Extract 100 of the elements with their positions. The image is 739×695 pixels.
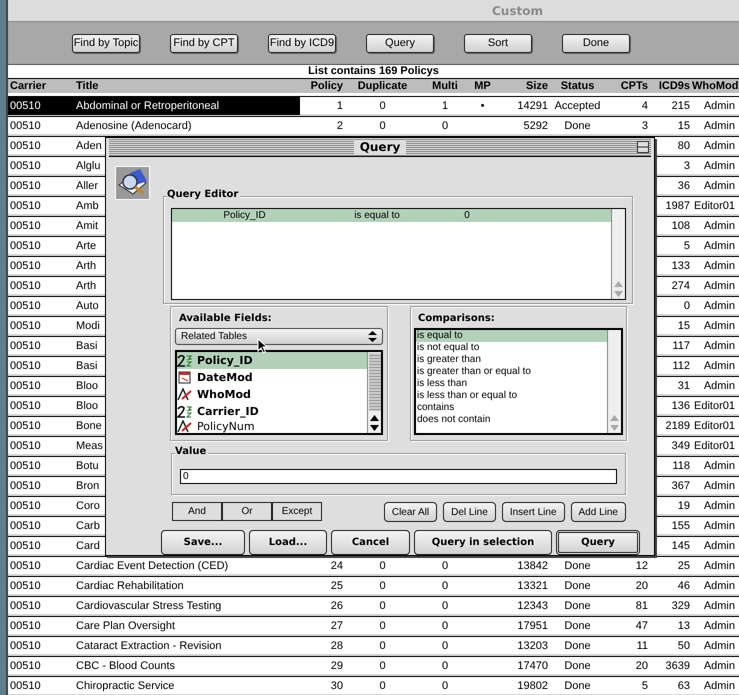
- table-cell: 13321: [517, 580, 548, 592]
- table-popup-menu[interactable]: Related Tables: [175, 328, 383, 345]
- line-button[interactable]: Del Line: [443, 502, 496, 522]
- table-cell: Coro: [76, 500, 100, 512]
- table-cell: Cardiovascular Stress Testing: [76, 600, 222, 612]
- table-row[interactable]: 00510 Cataract Extraction - Revision 28 0 0 13203 Done 11 50 Admin: [8, 636, 739, 656]
- dialog-button[interactable]: Save...: [161, 530, 245, 555]
- table-cell: Amb: [76, 200, 99, 212]
- scroll-down-icon[interactable]: [370, 425, 379, 431]
- collapse-box-icon[interactable]: [637, 141, 649, 153]
- comparison-item[interactable]: is less than or equal to: [416, 390, 607, 402]
- table-row[interactable]: 00510 CBC - Blood Counts 29 0 0 17470 Done 20 3639 Admin: [8, 656, 739, 676]
- table-cell: Admin: [704, 360, 735, 372]
- toolbar-button[interactable]: Query: [366, 34, 434, 52]
- table-cell: 4: [642, 100, 648, 112]
- table-row[interactable]: 00510 Cardiac Rehabilitation 25 0 0 13321 Done 20 46 Admin: [8, 576, 739, 596]
- table-cell: 2: [336, 120, 343, 132]
- table-cell: Admin: [704, 580, 735, 592]
- comparison-item[interactable]: does not contain: [416, 414, 607, 426]
- table-cell: Admin: [704, 640, 735, 652]
- column-header[interactable]: ICD9s: [650, 79, 692, 93]
- table-cell: Arth: [76, 280, 96, 292]
- column-header[interactable]: Carrier: [8, 79, 74, 93]
- column-header[interactable]: Size: [495, 79, 550, 93]
- line-button[interactable]: Add Line: [570, 502, 626, 522]
- table-cell: 00510: [10, 360, 41, 372]
- field-item[interactable]: Carrier_ID: [177, 403, 367, 420]
- table-cell: 00510: [10, 580, 41, 592]
- comparison-item[interactable]: is greater than or equal to: [416, 366, 607, 378]
- table-cell: 274: [672, 280, 690, 292]
- dialog-button[interactable]: Query: [556, 530, 640, 555]
- comparison-item[interactable]: is less than: [416, 378, 607, 390]
- table-cell: 0: [442, 600, 448, 612]
- table-cell: 00510: [10, 460, 41, 472]
- field-item[interactable]: Policy_ID: [177, 352, 367, 369]
- column-header[interactable]: Status: [550, 79, 605, 93]
- field-item[interactable]: PolicyNum: [177, 420, 367, 433]
- field-item[interactable]: DateMod: [177, 369, 367, 386]
- conjunction-button[interactable]: Or: [222, 502, 272, 521]
- toolbar-button[interactable]: Sort: [464, 34, 532, 52]
- table-cell: 0: [379, 680, 386, 692]
- line-button[interactable]: Insert Line: [502, 502, 565, 522]
- column-header[interactable]: CPTs: [605, 79, 650, 93]
- comparison-item[interactable]: is not equal to: [416, 342, 607, 354]
- table-cell: 349: [672, 440, 690, 452]
- table-cell: 00510: [10, 620, 41, 632]
- conjunction-button[interactable]: And: [172, 502, 222, 521]
- table-cell: 0: [379, 600, 386, 612]
- scroll-thumb[interactable]: [368, 353, 380, 411]
- table-cell: 00510: [10, 500, 41, 512]
- column-header[interactable]: Title: [74, 79, 300, 93]
- table-cell: 28: [330, 640, 343, 652]
- scroll-up-icon[interactable]: [370, 415, 379, 421]
- column-header[interactable]: WhoMod: [692, 79, 737, 93]
- table-cell: 5: [684, 240, 690, 252]
- table-cell: Done: [564, 600, 591, 612]
- table-cell: Admin: [704, 260, 735, 272]
- table-cell: 00510: [10, 380, 41, 392]
- toolbar-button[interactable]: Find by Topic: [72, 34, 140, 52]
- table-cell: 1: [442, 100, 448, 112]
- toolbar-button[interactable]: Done: [562, 34, 630, 52]
- table-cell: Admin: [704, 500, 735, 512]
- table-cell: 00510: [10, 440, 41, 452]
- toolbar-button[interactable]: Find by CPT: [170, 34, 238, 52]
- comparison-item[interactable]: contains: [416, 402, 607, 414]
- column-header[interactable]: Duplicate: [345, 79, 420, 93]
- table-row[interactable]: 00510 Care Plan Oversight 27 0 0 17951 Done 47 13 Admin: [8, 616, 739, 636]
- table-row[interactable]: 00510 Abdominal or Retroperitoneal 1 0 1 • 14291 Accepted 4 215 Admin: [8, 96, 739, 116]
- dialog-button[interactable]: Cancel: [331, 530, 410, 555]
- table-cell: Card: [76, 540, 100, 552]
- conjunction-button[interactable]: Except: [272, 502, 322, 521]
- table-cell: CBC - Blood Counts: [76, 660, 176, 672]
- column-header[interactable]: MP: [470, 79, 495, 93]
- table-cell: 11: [636, 640, 648, 652]
- table-cell: 00510: [10, 600, 41, 612]
- field-item[interactable]: WhoMod: [177, 386, 367, 403]
- table-cell: Cardiac Event Detection (CED): [76, 560, 228, 572]
- table-cell: Done: [564, 660, 591, 672]
- value-field[interactable]: 0: [180, 469, 617, 484]
- table-cell: Modi: [76, 320, 100, 332]
- table-cell: 00510: [10, 260, 41, 272]
- table-cell: Admin: [704, 140, 735, 152]
- table-cell: 26: [330, 600, 343, 612]
- table-cell: Admin: [704, 560, 735, 572]
- table-cell: Admin: [704, 680, 735, 692]
- comparison-item[interactable]: is equal to: [416, 330, 607, 342]
- dialog-button[interactable]: Load...: [249, 530, 327, 555]
- toolbar-button[interactable]: Find by ICD9: [268, 34, 336, 52]
- table-row[interactable]: 00510 Chiropractic Service 30 0 0 19802 Done 5 63 Admin: [8, 676, 739, 695]
- scrollbar[interactable]: [367, 352, 381, 433]
- table-cell: 00510: [10, 660, 41, 672]
- dialog-button[interactable]: Query in selection: [414, 530, 552, 555]
- line-button[interactable]: Clear All: [384, 502, 438, 522]
- table-cell: 13203: [517, 640, 548, 652]
- table-row[interactable]: 00510 Cardiovascular Stress Testing 26 0 0 12343 Done 81 329 Admin: [8, 596, 739, 616]
- table-cell: 136: [672, 400, 690, 412]
- comparison-item[interactable]: is greater than: [416, 354, 607, 366]
- table-cell: Admin: [704, 320, 735, 332]
- column-header[interactable]: Policy: [300, 79, 345, 93]
- column-header[interactable]: Multi: [420, 79, 470, 93]
